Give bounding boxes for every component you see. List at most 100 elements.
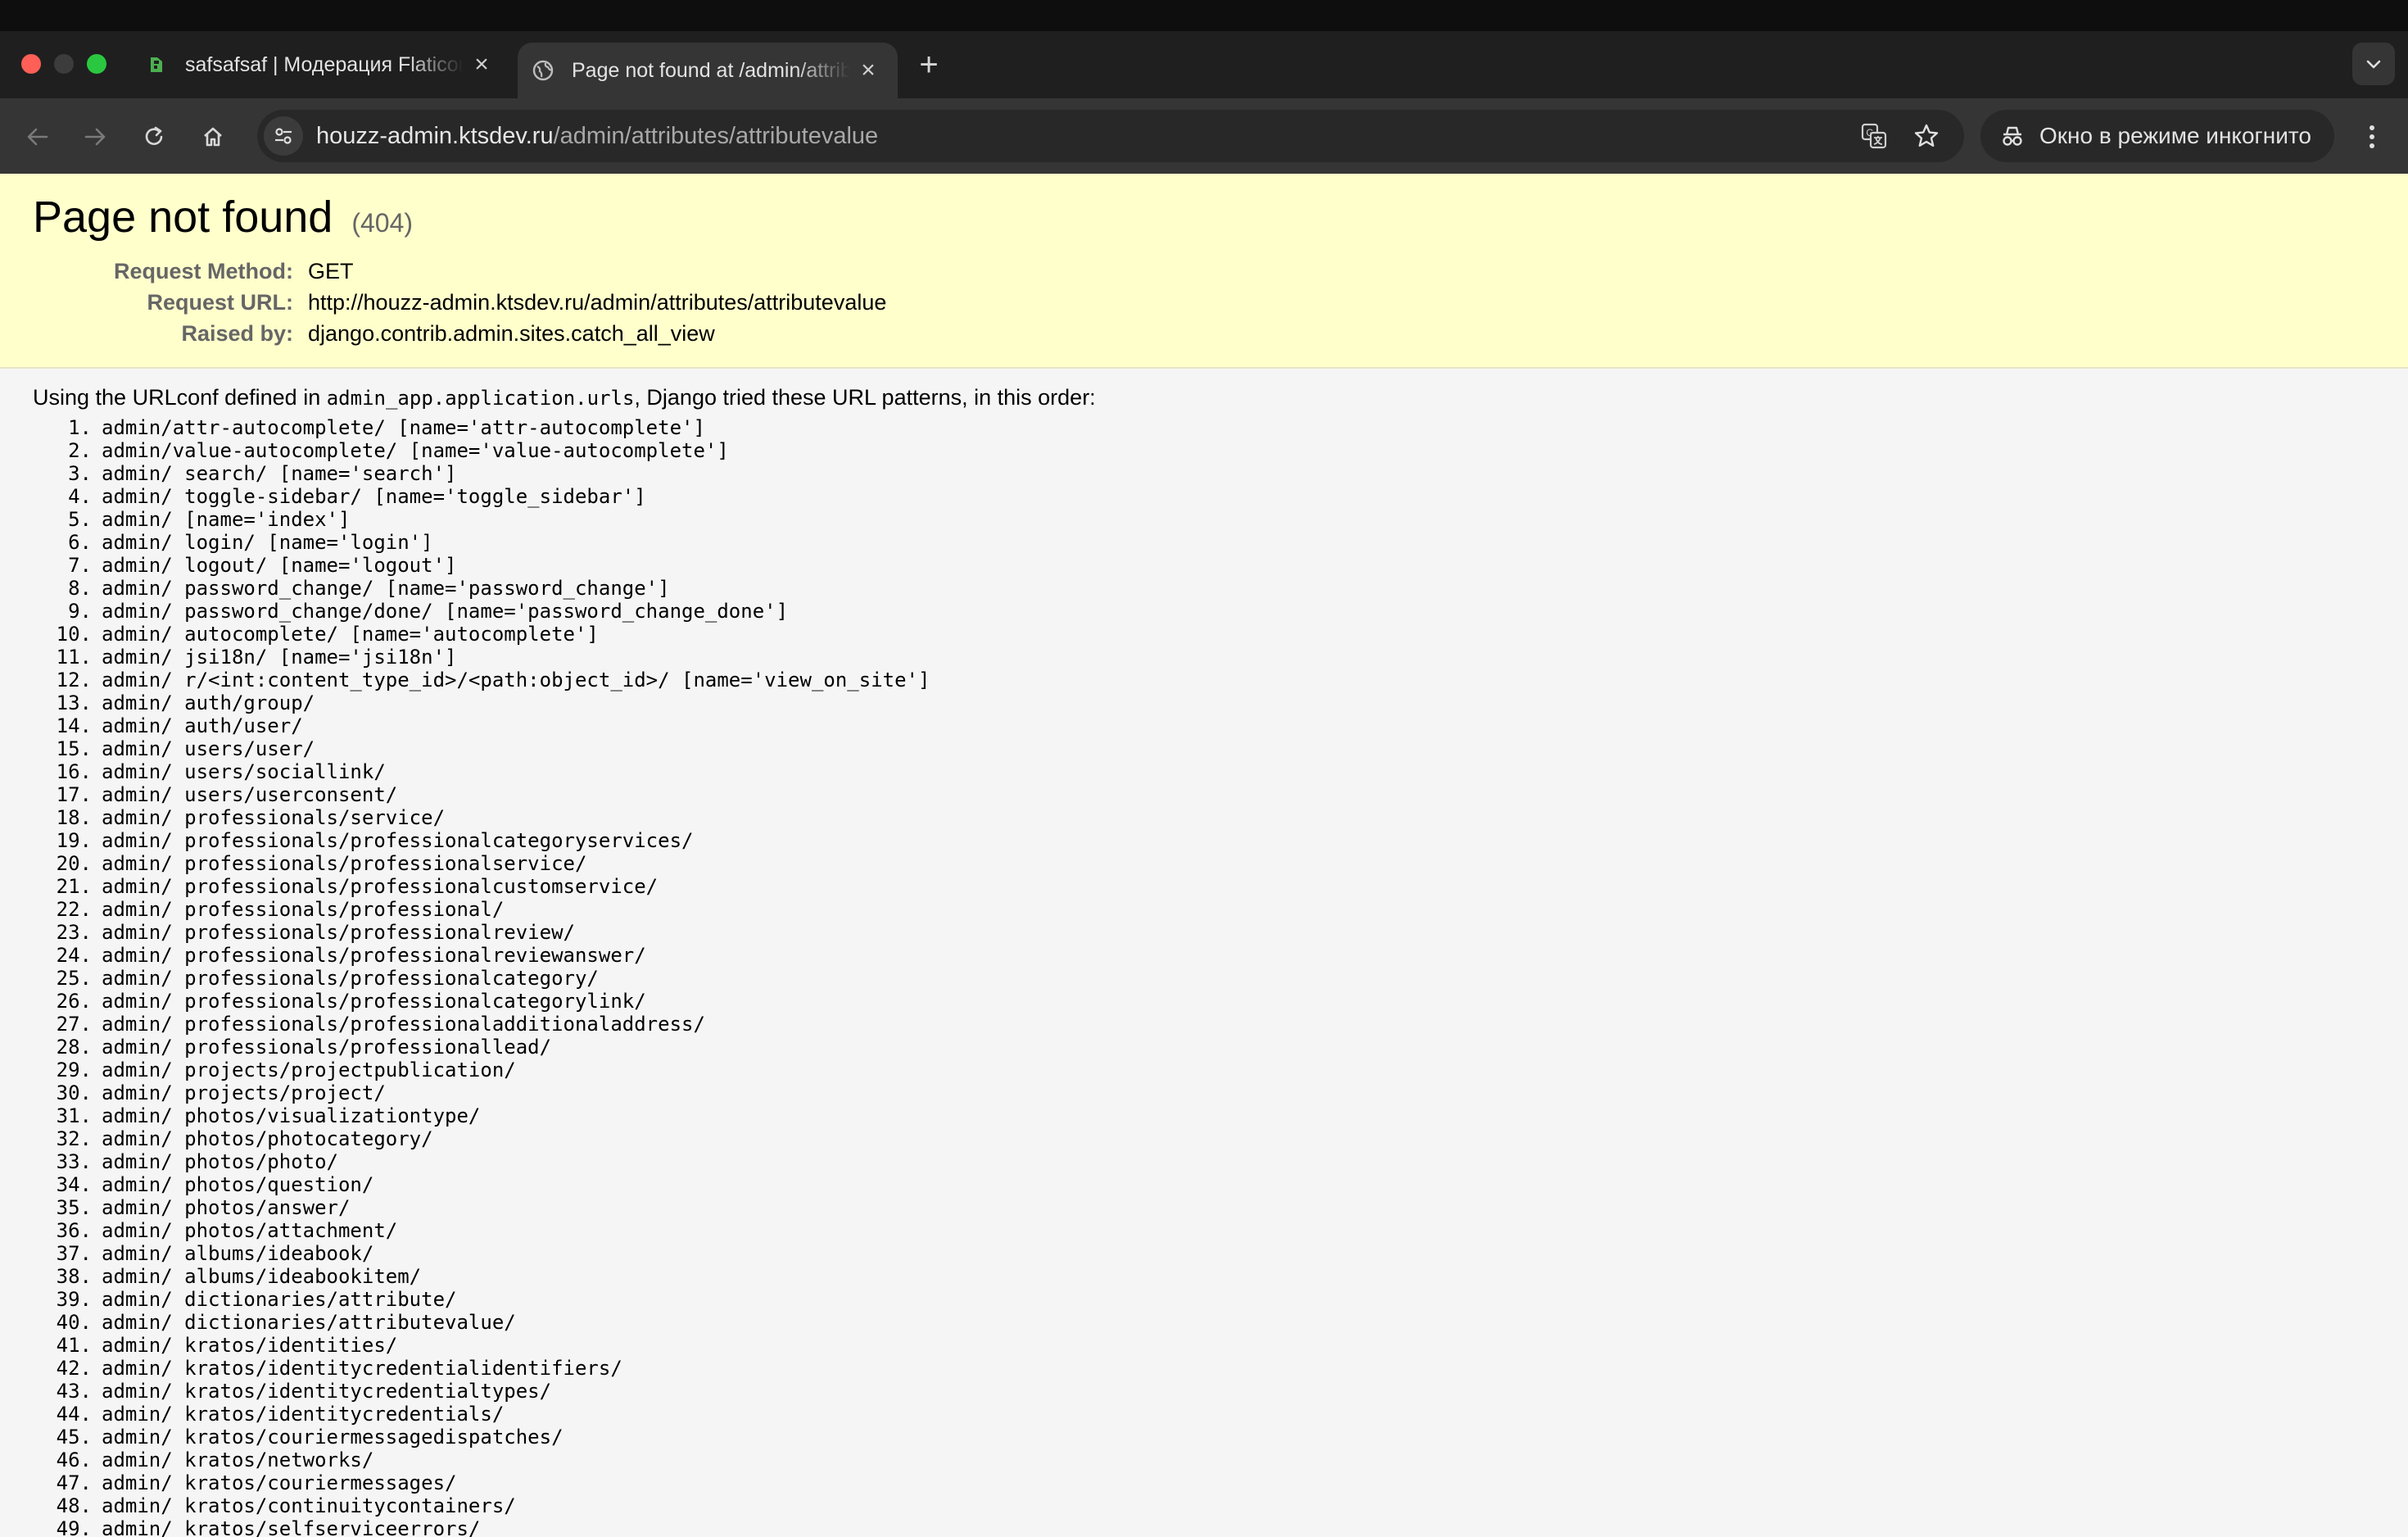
url-pattern-text: admin/ logout/ [name='logout'] (102, 554, 457, 577)
url-pattern-number: 21. (56, 875, 92, 898)
intro-text-after: , Django tried these URL patterns, in th… (634, 385, 1096, 410)
translate-button[interactable]: G (1856, 118, 1892, 154)
home-icon (204, 127, 222, 147)
tab-close-icon[interactable]: × (468, 51, 495, 78)
flaticon-favicon-icon (144, 52, 169, 77)
tab-page-not-found[interactable]: Page not found at /admin/attributes/attr… (518, 43, 898, 98)
star-icon (1914, 124, 1939, 147)
url-pattern-text: admin/ professionals/professionalreviewa… (102, 944, 646, 967)
url-pattern-text: admin/value-autocomplete/ [name='value-a… (102, 439, 729, 462)
status-code: (404) (351, 208, 414, 238)
forward-button[interactable] (77, 119, 113, 155)
site-info-button[interactable] (264, 116, 303, 156)
url-pattern-number: 41. (56, 1334, 92, 1357)
url-pattern-text: admin/ professionals/professionalservice… (102, 852, 587, 875)
url-pattern-text: admin/ professionals/professionaladditio… (102, 1013, 705, 1036)
url-pattern-number: 39. (56, 1288, 92, 1311)
url-pattern-text: admin/ kratos/identitycredentialidentifi… (102, 1357, 622, 1380)
window-minimize-button[interactable] (54, 54, 74, 74)
url-pattern-number: 9. (68, 600, 92, 623)
url-pattern-number: 17. (56, 783, 92, 806)
url-pattern-number: 44. (56, 1403, 92, 1426)
url-pattern-number: 34. (56, 1173, 92, 1196)
url-pattern-number: 7. (68, 554, 92, 577)
back-button[interactable] (20, 119, 56, 155)
url-pattern-text: admin/ photos/photocategory/ (102, 1127, 433, 1150)
url-pattern-text: admin/ auth/user/ (102, 714, 303, 737)
home-button[interactable] (195, 119, 231, 155)
incognito-indicator[interactable]: Окно в режиме инкогнито (1980, 110, 2334, 162)
url-pattern-number: 16. (56, 760, 92, 783)
url-pattern-text: admin/ photos/photo/ (102, 1150, 338, 1173)
url-pattern-item: 47. admin/ kratos/couriermessages/ (0, 1471, 457, 1494)
url-pattern-number: 5. (68, 508, 92, 531)
url-pattern-item: 23. admin/ professionals/professionalrevi… (0, 921, 575, 944)
globe-icon (531, 58, 555, 83)
url-pattern-number: 1. (68, 416, 92, 439)
url-pattern-item: 4. admin/ toggle-sidebar/ [name='toggle_s… (0, 485, 646, 508)
reload-button[interactable] (136, 119, 172, 155)
intro-text-before: Using the URLconf defined in (33, 385, 327, 410)
url-pattern-number: 35. (56, 1196, 92, 1219)
url-pattern-item: 46. admin/ kratos/networks/ (0, 1449, 374, 1471)
url-pattern-item: 49. admin/ kratos/selfserviceerrors/ (0, 1517, 481, 1537)
url-pattern-item: 3. admin/ search/ [name='search'] (0, 462, 456, 485)
tab-search-button[interactable] (2352, 43, 2395, 85)
tab-flaticon[interactable]: safsafsaf | Модерация Flaticon × (131, 43, 498, 87)
url-pattern-item: 17. admin/ users/userconsent/ (0, 783, 398, 806)
urlconf-intro: Using the URLconf defined in admin_app.a… (33, 385, 1096, 410)
url-pattern-number: 24. (56, 944, 92, 967)
url-pattern-number: 29. (56, 1059, 92, 1081)
new-tab-button[interactable]: + (912, 48, 945, 82)
request-url-value: http://houzz-admin.ktsdev.ru/admin/attri… (308, 290, 887, 315)
url-pattern-item: 34. admin/ photos/question/ (0, 1173, 374, 1196)
url-pattern-number: 6. (68, 531, 92, 554)
tab-close-icon[interactable]: × (855, 57, 881, 84)
bookmark-button[interactable] (1908, 118, 1944, 154)
url-pattern-item: 15. admin/ users/user/ (0, 737, 315, 760)
url-pattern-text: admin/ professionals/professionallead/ (102, 1036, 552, 1059)
url-pattern-text: admin/ albums/ideabook/ (102, 1242, 374, 1265)
url-pattern-number: 11. (56, 646, 92, 669)
url-pattern-number: 42. (56, 1357, 92, 1380)
tune-icon (275, 128, 292, 144)
url-pattern-text: admin/ photos/answer/ (102, 1196, 351, 1219)
url-pattern-item: 30. admin/ projects/project/ (0, 1081, 386, 1104)
url-pattern-number: 22. (56, 898, 92, 921)
url-pattern-number: 49. (56, 1517, 92, 1537)
url-pattern-text: admin/ dictionaries/attributevalue/ (102, 1311, 516, 1334)
url-pattern-text: admin/ search/ [name='search'] (102, 462, 457, 485)
url-pattern-number: 28. (56, 1036, 92, 1059)
window-close-button[interactable] (21, 54, 41, 74)
url-pattern-item: 14. admin/ auth/user/ (0, 714, 303, 737)
url-pattern-text: admin/ professionals/professionalcustoms… (102, 875, 659, 898)
window-maximize-button[interactable] (87, 54, 106, 74)
url-pattern-item: 6. admin/ login/ [name='login'] (0, 531, 433, 554)
url-pattern-item: 16. admin/ users/sociallink/ (0, 760, 386, 783)
browser-menu-button[interactable] (2356, 119, 2388, 155)
url-pattern-number: 15. (56, 737, 92, 760)
address-url[interactable]: houzz-admin.ktsdev.ru/admin/attributes/a… (316, 120, 878, 152)
url-pattern-item: 27. admin/ professionals/professionaladdi… (0, 1013, 705, 1036)
url-pattern-text: admin/ users/user/ (102, 737, 315, 760)
url-pattern-number: 14. (56, 714, 92, 737)
url-pattern-item: 39. admin/ dictionaries/attribute/ (0, 1288, 457, 1311)
request-method-value: GET (308, 259, 354, 283)
url-pattern-text: admin/ password_change/done/ [name='pass… (102, 600, 789, 623)
url-pattern-number: 13. (56, 691, 92, 714)
url-pattern-item: 48. admin/ kratos/continuitycontainers/ (0, 1494, 516, 1517)
url-pattern-item: 5. admin/ [name='index'] (0, 508, 350, 531)
request-method-label: Request Method: (114, 259, 293, 283)
url-pattern-number: 46. (56, 1449, 92, 1471)
url-pattern-item: 37. admin/ albums/ideabook/ (0, 1242, 374, 1265)
url-pattern-item: 19. admin/ professionals/professionalcate… (0, 829, 694, 852)
url-pattern-number: 12. (56, 669, 92, 691)
url-pattern-number: 2. (68, 439, 92, 462)
url-pattern-item: 7. admin/ logout/ [name='logout'] (0, 554, 456, 577)
url-pattern-number: 18. (56, 806, 92, 829)
urlconf-module: admin_app.application.urls (326, 387, 635, 410)
url-pattern-number: 36. (56, 1219, 92, 1242)
url-pattern-number: 10. (56, 623, 92, 646)
url-pattern-text: admin/ login/ [name='login'] (102, 531, 433, 554)
url-pattern-text: admin/ professionals/professionalreview/ (102, 921, 575, 944)
